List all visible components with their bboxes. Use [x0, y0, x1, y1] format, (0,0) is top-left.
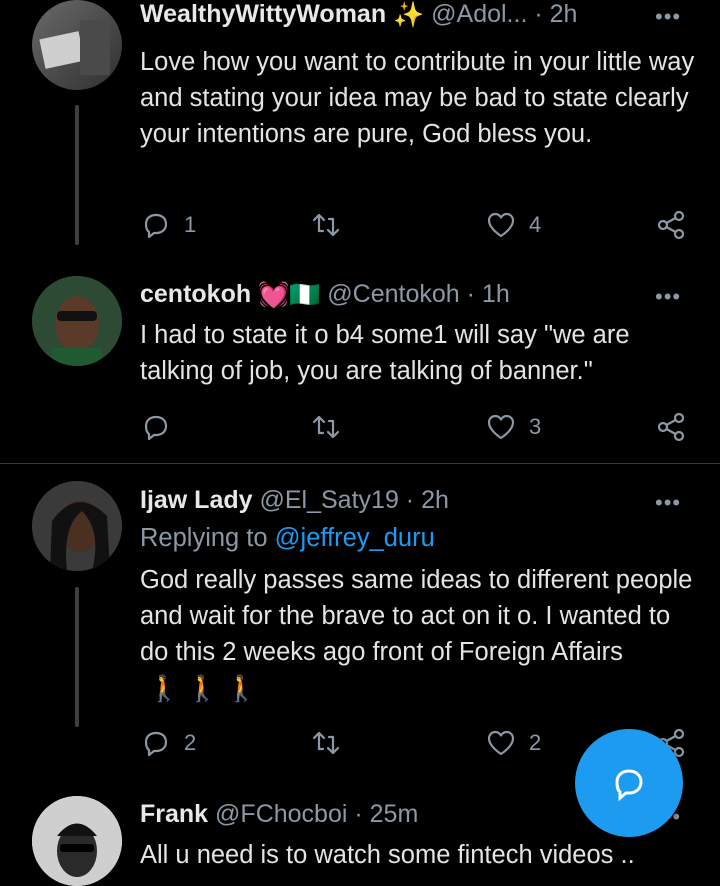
replying-to: Replying to @jeffrey_duru [140, 524, 435, 553]
retweet-button[interactable] [310, 407, 354, 447]
timestamp[interactable]: · 2h [534, 0, 577, 28]
reply-button[interactable]: 2 [140, 723, 196, 763]
like-button[interactable]: 3 [485, 407, 541, 447]
walking-emoji: 🚶 🚶 🚶 [148, 675, 258, 704]
reply-button[interactable] [140, 407, 184, 447]
share-icon [657, 412, 685, 442]
timestamp[interactable]: · 25m [354, 800, 418, 828]
tweet-3[interactable]: Ijaw Lady @El_Saty19 · 2h ••• Replying t… [0, 464, 720, 774]
tweet-header: Ijaw Lady @El_Saty19 · 2h [140, 486, 449, 516]
reply-count: 1 [184, 212, 197, 237]
avatar[interactable] [32, 276, 122, 366]
retweet-button[interactable] [310, 205, 354, 245]
replying-to-handle[interactable]: @jeffrey_duru [275, 524, 435, 552]
sparkles-emoji: ✨ [393, 0, 425, 29]
replying-to-label: Replying to [140, 524, 268, 552]
username[interactable]: @El_Saty19 [260, 486, 399, 514]
username[interactable]: @FChocboi [215, 800, 347, 828]
tweet-actions: 3 [140, 407, 700, 447]
reply-count: 2 [184, 730, 197, 755]
like-count: 4 [529, 212, 542, 237]
retweet-button[interactable] [310, 723, 354, 763]
display-name[interactable]: WealthyWittyWoman [140, 0, 386, 28]
display-name[interactable]: Frank [140, 800, 208, 828]
more-options-icon[interactable]: ••• [655, 490, 681, 516]
more-options-icon[interactable]: ••• [655, 284, 681, 310]
timestamp[interactable]: · 1h [467, 280, 510, 308]
reply-button[interactable]: 1 [140, 205, 196, 245]
retweet-icon [312, 731, 340, 755]
tweet-text: Love how you want to contribute in your … [140, 48, 695, 148]
reply-icon [144, 731, 168, 757]
tweet-text: All u need is to watch some fintech vide… [140, 841, 635, 869]
avatar[interactable] [32, 481, 122, 571]
avatar-image [32, 796, 122, 886]
like-count: 3 [529, 414, 542, 439]
username[interactable]: @Centokoh [327, 280, 459, 308]
thread-line [75, 587, 79, 727]
display-name[interactable]: Ijaw Lady [140, 486, 253, 514]
avatar[interactable] [32, 0, 122, 90]
thread-line [75, 105, 79, 245]
avatar-image [32, 481, 122, 571]
tweet-actions: 1 4 [140, 205, 700, 245]
tweet-text-body: God really passes same ideas to differen… [140, 566, 693, 666]
avatar-image [32, 276, 122, 366]
retweet-icon [312, 213, 340, 237]
compose-button[interactable] [575, 729, 683, 837]
display-name[interactable]: centokoh [140, 280, 251, 308]
like-count: 2 [529, 730, 542, 755]
like-button[interactable]: 2 [485, 723, 541, 763]
timestamp[interactable]: · 2h [406, 486, 449, 514]
share-button[interactable] [655, 205, 687, 245]
more-options-icon[interactable]: ••• [655, 4, 681, 30]
avatar-image [39, 20, 110, 75]
tweet-text: I had to state it o b4 some1 will say "w… [140, 321, 630, 385]
like-icon [487, 414, 515, 440]
share-button[interactable] [655, 407, 687, 447]
tweet-1[interactable]: WealthyWittyWoman ✨ @Adol... · 2h ••• Lo… [0, 0, 720, 260]
tweet-text: God really passes same ideas to differen… [140, 562, 700, 707]
tweet-header: centokoh 💓🇳🇬 @Centokoh · 1h [140, 280, 510, 310]
compose-icon [615, 769, 643, 802]
like-button[interactable]: 4 [485, 205, 541, 245]
tweet-2[interactable]: centokoh 💓🇳🇬 @Centokoh · 1h ••• I had to… [0, 262, 720, 462]
reply-icon [144, 213, 168, 239]
reply-icon [144, 415, 168, 441]
retweet-icon [312, 415, 340, 439]
tweet-header: Frank @FChocboi · 25m [140, 800, 418, 830]
like-icon [487, 212, 515, 238]
avatar[interactable] [32, 796, 122, 886]
tweet-header: WealthyWittyWoman ✨ @Adol... · 2h [140, 0, 577, 30]
heart-flag-emoji: 💓🇳🇬 [258, 280, 321, 309]
share-icon [657, 210, 685, 240]
like-icon [487, 730, 515, 756]
username[interactable]: @Adol... [431, 0, 527, 28]
